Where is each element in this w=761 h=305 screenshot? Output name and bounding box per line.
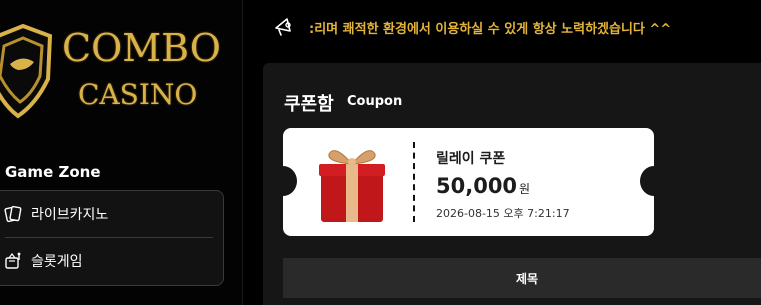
game-zone-menu: 라이브카지노 슬롯게임 [0, 190, 224, 286]
coupon-amount: 50,000 원 [436, 174, 530, 198]
slot-machine-icon [5, 252, 21, 269]
cards-icon [4, 205, 22, 223]
sidebar-item-label: 라이브카지노 [31, 207, 109, 223]
megaphone-icon [275, 18, 291, 36]
shield-logo-icon [0, 24, 53, 119]
ticket-divider [413, 142, 415, 222]
logo-wordmark-bottom: CASINO [78, 78, 198, 111]
table-header: 제목 [283, 258, 761, 298]
brand-logo[interactable]: COMBO CASINO [0, 24, 221, 124]
column-header-title: 제목 [515, 271, 539, 286]
logo-wordmark-top: COMBO [62, 26, 221, 70]
page-subtitle: Coupon [347, 94, 403, 109]
coupon-panel: 쿠폰함 Coupon 릴레이 쿠폰 50,000 원 2026-08-15 오후 … [263, 63, 761, 305]
coupon-name: 릴레이 쿠폰 [436, 151, 506, 167]
sidebar-item-slot-game[interactable]: 슬롯게임 [0, 238, 223, 284]
page-title: 쿠폰함 [284, 94, 334, 115]
game-zone-title: Game Zone [5, 163, 101, 181]
coupon-amount-value: 50,000 [436, 174, 518, 198]
sidebar-item-label: 슬롯게임 [31, 254, 83, 270]
coupon-amount-unit: 원 [519, 182, 531, 196]
ticket-notch-left [269, 166, 297, 196]
coupon-date: 2026-08-15 오후 7:21:17 [436, 207, 570, 220]
ticket-notch-right [640, 166, 668, 196]
gift-box-icon [319, 150, 385, 222]
sidebar: COMBO CASINO Game Zone 라이브카지노 슬롯게임 [0, 0, 242, 305]
notice-ticker: :리며 쾌적한 환경에서 이용하실 수 있게 항상 노력하겠습니다 ^^ [243, 0, 761, 52]
sidebar-item-live-casino[interactable]: 라이브카지노 [0, 191, 223, 237]
coupon-card[interactable]: 릴레이 쿠폰 50,000 원 2026-08-15 오후 7:21:17 [269, 128, 668, 236]
notice-text: :리며 쾌적한 환경에서 이용하실 수 있게 항상 노력하겠습니다 ^^ [309, 22, 672, 37]
